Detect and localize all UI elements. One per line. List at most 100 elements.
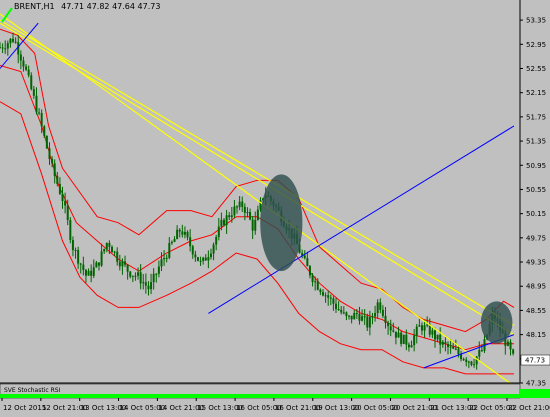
candle-body <box>142 282 145 284</box>
candle-body <box>441 341 444 345</box>
candle-body <box>407 344 410 348</box>
candle-body <box>9 38 12 44</box>
candle-body <box>410 345 413 348</box>
y-tick-label: 49.35 <box>526 259 546 267</box>
candle-body <box>58 183 61 194</box>
candle-body <box>415 326 418 336</box>
chart-window[interactable]: 53.35 52.95 52.55 52.15 51.75 51.35 50.95 50.55… <box>0 0 550 413</box>
candle-body <box>249 212 252 220</box>
candle-body <box>71 239 74 251</box>
candle-body <box>183 231 186 235</box>
candle-body <box>449 346 452 348</box>
candle-body <box>363 316 366 318</box>
highlight-circle[interactable] <box>260 174 303 272</box>
candle-body <box>345 312 348 317</box>
y-tick-label: 49.75 <box>526 234 546 242</box>
y-tick-label: 52.55 <box>526 65 546 73</box>
candle-body <box>342 312 345 314</box>
candle-body <box>311 275 314 282</box>
candle-body <box>163 258 166 260</box>
candle-body <box>27 69 30 76</box>
candle-body <box>447 343 450 348</box>
highlight-circle[interactable] <box>480 301 513 344</box>
candle-body <box>196 257 199 261</box>
candle-body <box>152 273 155 283</box>
candle-body <box>111 246 114 253</box>
candle-body <box>38 112 41 114</box>
current-price-label: 47.73 <box>525 357 545 365</box>
candle-body <box>168 243 171 258</box>
price-chart[interactable]: 53.35 52.95 52.55 52.15 51.75 51.35 50.95 50.55… <box>0 0 550 413</box>
candle-body <box>228 215 231 218</box>
y-tick-label: 48.55 <box>526 307 546 315</box>
candle-body <box>465 359 468 362</box>
candle-body <box>108 243 111 247</box>
candle-body <box>332 298 335 304</box>
candle <box>196 256 199 262</box>
candle-body <box>173 239 176 242</box>
candle-body <box>212 244 215 254</box>
candle-body <box>353 313 356 320</box>
y-tick-label: 51.35 <box>526 138 546 146</box>
candle-body <box>77 249 80 264</box>
candle-body <box>207 257 210 261</box>
candle-body <box>478 350 481 357</box>
candle-body <box>394 331 397 338</box>
candle-body <box>319 289 322 293</box>
candle-body <box>92 267 95 276</box>
candle-body <box>327 295 330 298</box>
candle-body <box>87 270 90 276</box>
plot-area[interactable] <box>0 0 520 383</box>
candle-body <box>506 341 509 346</box>
candle <box>45 135 48 149</box>
candle-body <box>160 259 163 267</box>
candle-body <box>426 324 429 326</box>
indicator-value-box <box>520 389 550 397</box>
candle-body <box>230 215 233 218</box>
indicator-label: SVE Stochastic RSI <box>4 387 61 394</box>
y-tick-label: 53.35 <box>526 17 546 25</box>
candle-body <box>397 332 400 338</box>
candle-body <box>202 257 205 261</box>
candle-body <box>220 219 223 227</box>
candle-body <box>35 95 38 113</box>
candle-body <box>147 285 150 290</box>
candle-body <box>433 330 436 340</box>
x-tick-label: 12 Oct 2015 <box>3 404 46 412</box>
candle-body <box>405 334 408 345</box>
candle-body <box>191 246 194 255</box>
candle-body <box>418 325 421 327</box>
candle-body <box>186 231 189 238</box>
candle-body <box>329 297 332 299</box>
candle-body <box>223 219 226 226</box>
candle-body <box>1 47 4 49</box>
candle-body <box>97 262 100 266</box>
candle-body <box>150 282 153 290</box>
candle-body <box>82 264 85 271</box>
y-tick-label: 47.35 <box>526 380 546 388</box>
candle-body <box>100 251 103 266</box>
candle-body <box>241 201 244 207</box>
candle-body <box>361 316 364 321</box>
candle-body <box>32 89 35 96</box>
candle-body <box>176 229 179 240</box>
candle-body <box>61 193 64 202</box>
candle-body <box>90 270 93 276</box>
candle-body <box>6 43 9 49</box>
candle-body <box>303 255 306 259</box>
candle-body <box>45 135 48 149</box>
candle-body <box>423 325 426 331</box>
candle-body <box>324 295 327 297</box>
candle-body <box>51 159 54 164</box>
candle-body <box>480 350 483 352</box>
candle-body <box>243 206 246 213</box>
candle-body <box>121 261 124 267</box>
candle-body <box>384 315 387 323</box>
y-tick-label: 50.95 <box>526 162 546 170</box>
candle-body <box>40 113 43 127</box>
candle-body <box>366 316 369 328</box>
y-tick-label: 52.95 <box>526 41 546 49</box>
y-tick-label: 50.15 <box>526 210 546 218</box>
candle-body <box>316 281 319 290</box>
candle-body <box>355 313 358 315</box>
